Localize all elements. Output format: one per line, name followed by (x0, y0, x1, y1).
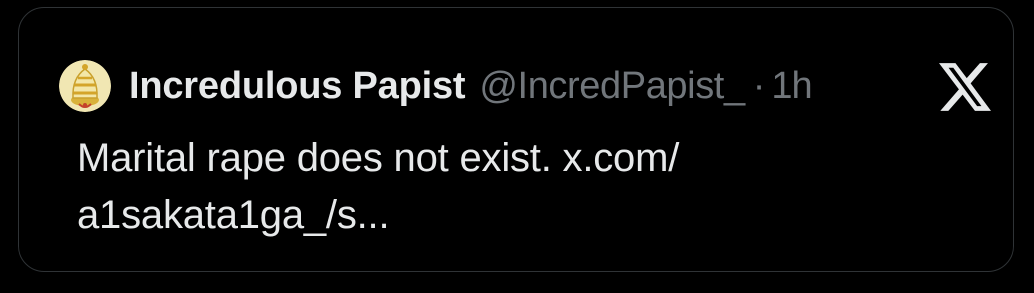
post-text[interactable]: Marital rape does not exist. x.com/ a1sa… (77, 130, 977, 244)
x-logo-icon (939, 63, 991, 111)
separator-dot: · (752, 64, 766, 107)
post-header: Incredulous Papist @IncredPapist_ · 1h (59, 58, 813, 114)
author-handle[interactable]: @IncredPapist_ (479, 65, 745, 108)
quoted-post-card[interactable]: Incredulous Papist @IncredPapist_ · 1h M… (18, 7, 1014, 272)
post-timestamp[interactable]: 1h (771, 65, 812, 108)
avatar[interactable] (59, 60, 111, 112)
author-display-name[interactable]: Incredulous Papist (129, 65, 466, 108)
papal-tiara-avatar-icon (59, 60, 111, 112)
